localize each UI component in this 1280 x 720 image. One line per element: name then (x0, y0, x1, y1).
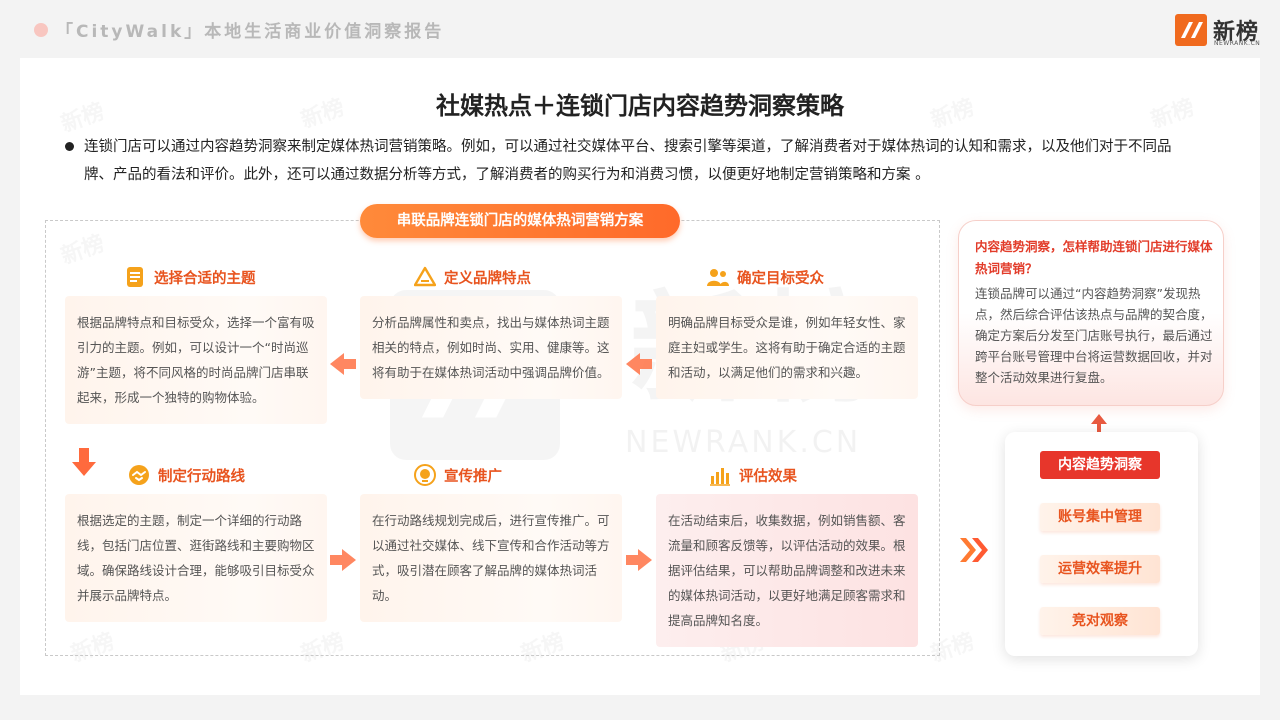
step-title: 宣传推广 (444, 468, 502, 485)
handshake-icon (129, 465, 149, 485)
insight-title: 内容趋势洞察，怎样帮助连锁门店进行媒体热词营销？ (975, 239, 1213, 276)
step-text-evaluation: 在活动结束后，收集数据，例如销售额、客流量和顾客反馈等，以评估活动的效果。根据评… (656, 494, 918, 647)
flow-title: 串联品牌连锁门店的媒体热词营销方案 (360, 204, 680, 238)
arrow-left-icon (330, 353, 356, 375)
bar-chart-icon (710, 468, 730, 486)
tag-content-insight: 内容趋势洞察 (1040, 451, 1160, 479)
tag-efficiency: 运营效率提升 (1040, 555, 1160, 583)
step-header-route: 制定行动路线 (128, 463, 245, 487)
intro-paragraph: 连锁门店可以通过内容趋势洞察来制定媒体热词营销策略。例如，可以通过社交媒体平台、… (84, 139, 1172, 183)
step-title: 定义品牌特点 (444, 270, 531, 287)
insight-text: 连锁品牌可以通过“内容趋势洞察”发现热点，然后综合评估该热点与品牌的契合度，确定… (975, 286, 1213, 385)
newrank-logo-icon (1175, 14, 1207, 46)
step-title: 制定行动路线 (158, 468, 245, 485)
step-text-promotion: 在行动路线规划完成后，进行宣传推广。可以通过社交媒体、线下宣传和合作活动等方式，… (360, 494, 622, 622)
arrow-left-icon (626, 353, 652, 375)
report-title: 「CityWalk」本地生活商业价值洞察报告 (56, 22, 445, 42)
users-icon (707, 269, 729, 286)
step-header-brand: 定义品牌特点 (414, 265, 531, 289)
megaphone-head-icon (414, 464, 436, 486)
step-header-promotion: 宣传推广 (414, 463, 502, 487)
bullet-dot (65, 142, 74, 151)
page-title: 社媒热点＋连锁门店内容趋势洞察策略 (436, 92, 844, 120)
triangle-icon (414, 266, 436, 287)
tag-account-management: 账号集中管理 (1040, 503, 1160, 531)
step-text-route: 根据选定的主题，制定一个详细的行动路线，包括门店位置、逛街路线和主要购物区域。确… (65, 494, 327, 622)
arrow-right-icon (330, 549, 356, 571)
tag-competitor-watch: 竞对观察 (1040, 607, 1160, 635)
arrow-right-icon (626, 549, 652, 571)
insight-panel: 内容趋势洞察，怎样帮助连锁门店进行媒体热词营销？ 连锁品牌可以通过“内容趋势洞察… (958, 220, 1224, 406)
step-title: 确定目标受众 (737, 270, 824, 287)
double-chevron-right-icon (960, 538, 988, 562)
step-title: 评估效果 (739, 468, 797, 485)
arrow-down-icon (72, 448, 96, 476)
newrank-logo: 新榜 NEWRANK.CN (1175, 14, 1265, 48)
step-text-audience: 明确品牌目标受众是谁，例如年轻女性、家庭主妇或学生。这将有助于确定合适的主题和活… (656, 296, 918, 399)
step-header-evaluation: 评估效果 (709, 463, 797, 487)
step-header-audience: 确定目标受众 (707, 265, 824, 289)
header-dot (34, 23, 48, 37)
step-header-theme: 选择合适的主题 (124, 265, 256, 289)
step-text-brand: 分析品牌属性和卖点，找出与媒体热词主题相关的特点，例如时尚、实用、健康等。这将有… (360, 296, 622, 399)
step-title: 选择合适的主题 (154, 270, 256, 287)
document-icon (127, 267, 143, 287)
step-text-theme: 根据品牌特点和目标受众，选择一个富有吸引力的主题。例如，可以设计一个“时尚巡游”… (65, 296, 327, 424)
logo-subtext: NEWRANK.CN (1214, 40, 1261, 47)
